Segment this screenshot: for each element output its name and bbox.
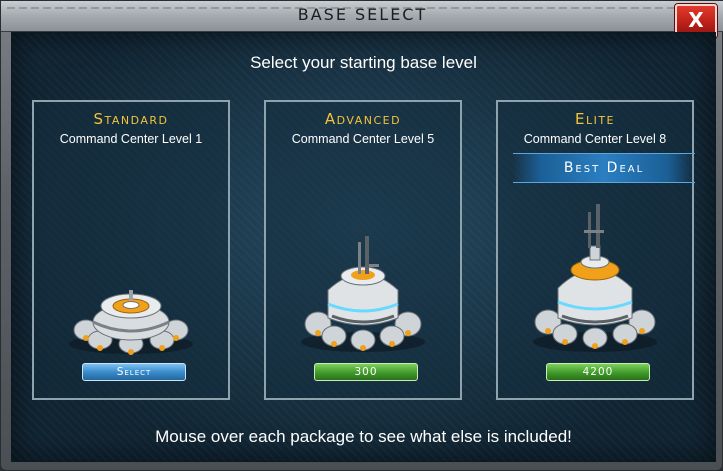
package-card-elite[interactable]: Elite Command Center Level 8 Best Deal 4… [496, 100, 695, 400]
title-bar: BASE SELECT [1, 1, 723, 32]
package-subtitle: Command Center Level 5 [291, 132, 435, 146]
dialog-body: Select your starting base level Standard… [11, 32, 716, 462]
footer-hint: Mouse over each package to see what else… [155, 427, 572, 446]
buy-button-300[interactable]: 300 [314, 363, 418, 381]
package-subtitle: Command Center Level 1 [59, 132, 203, 146]
page-heading: Select your starting base level [250, 53, 477, 72]
buy-button-4200[interactable]: 4200 [546, 363, 650, 381]
command-center-level-1-image [69, 290, 193, 355]
select-button[interactable]: Select [82, 363, 186, 381]
command-center-level-8-image [533, 204, 657, 352]
package-title: Standard [93, 110, 169, 128]
package-title: Advanced [324, 110, 402, 128]
package-subtitle: Command Center Level 8 [523, 132, 667, 146]
command-center-level-5-image [301, 236, 425, 352]
package-title: Elite [574, 110, 616, 128]
package-card-standard[interactable]: Standard Command Center Level 1 Select [32, 100, 230, 400]
package-card-advanced[interactable]: Advanced Command Center Level 5 300 [264, 100, 462, 400]
best-deal-badge: Best Deal [513, 153, 695, 183]
dialog-title: BASE SELECT [297, 5, 428, 24]
dialog-frame: BASE SELECT X Select your starting base … [0, 0, 723, 471]
